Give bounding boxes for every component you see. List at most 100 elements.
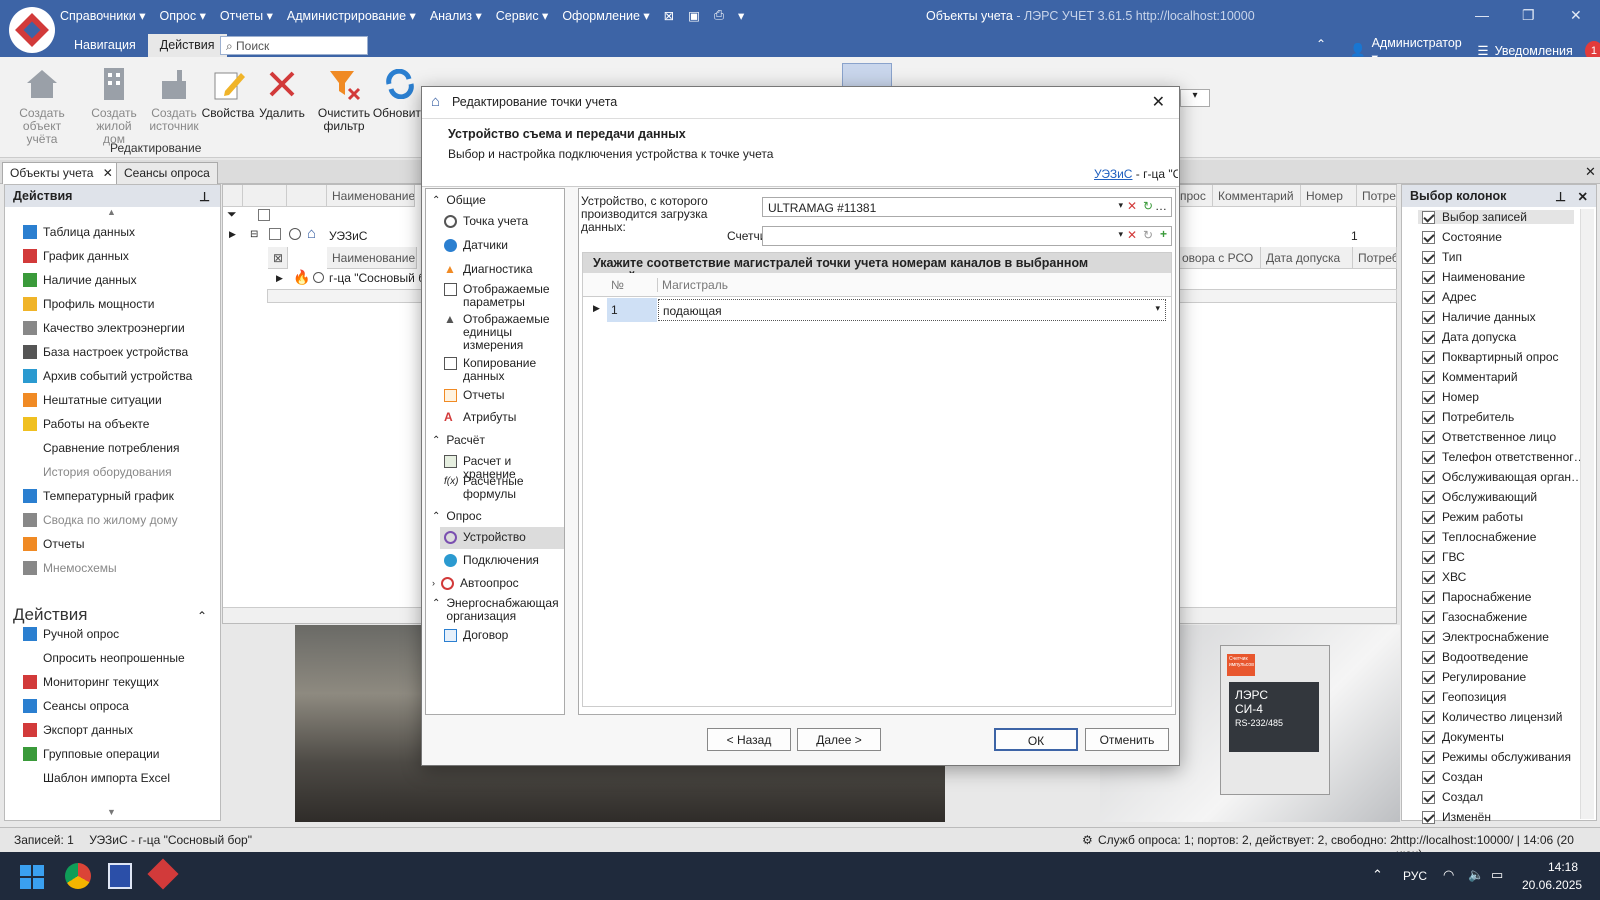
action-item[interactable]: График данных [23, 249, 129, 263]
table-row[interactable]: ▶ 1 подающая ▾ [583, 298, 1171, 322]
col-header-comment[interactable]: Комментарий [1213, 185, 1301, 207]
column-option[interactable]: Номер [1422, 390, 1479, 404]
column-option[interactable]: Создал [1422, 790, 1483, 804]
tab-objects[interactable]: Объекты учета ✕ [2, 162, 121, 184]
start-icon[interactable] [20, 865, 44, 889]
column-option[interactable]: Геопозиция [1422, 690, 1506, 704]
action-item[interactable]: Наличие данных [23, 273, 137, 287]
search-input[interactable]: ⌕ Поиск [220, 36, 368, 55]
nav-group-general[interactable]: ⌃ Общие [432, 193, 486, 207]
nav-sensors[interactable]: Датчики [444, 239, 508, 252]
delete-button[interactable]: Удалить [252, 63, 312, 120]
column-option[interactable]: Режим работы [1422, 510, 1523, 524]
column-option[interactable]: Пароснабжение [1422, 590, 1531, 604]
column-chooser-scrollbar[interactable] [1580, 209, 1594, 819]
column-option[interactable]: Режимы обслуживания [1422, 750, 1571, 764]
collapse-section-icon[interactable]: ⌃ [197, 609, 207, 623]
pin-icon[interactable]: ⊥ [1555, 189, 1566, 204]
dropdown-arrow-icon[interactable]: ▾ [1180, 89, 1210, 107]
column-option[interactable]: Количество лицензий [1422, 710, 1562, 724]
checkbox[interactable] [1422, 210, 1435, 224]
checkbox[interactable] [1422, 350, 1435, 364]
toolbar-more-icon[interactable]: ▾ [738, 8, 744, 23]
column-option[interactable]: Создан [1422, 770, 1483, 784]
nav-group-energy[interactable]: ⌃ Энергоснабжающая организация [432, 597, 566, 623]
action-item[interactable]: База настроек устройства [23, 345, 188, 359]
checkbox[interactable] [1422, 410, 1435, 424]
column-option[interactable]: Наименование [1422, 270, 1525, 284]
action-item[interactable]: Архив событий устройства [23, 369, 192, 383]
minimize-icon[interactable]: — [1475, 7, 1489, 23]
clear-filter-button[interactable]: Очистить фильтр [314, 63, 374, 133]
close-panel-icon[interactable]: ✕ [1578, 189, 1588, 204]
col-header-name[interactable]: Наименование [327, 185, 415, 207]
chrome-icon[interactable] [65, 863, 91, 889]
checkbox[interactable] [1422, 270, 1435, 284]
create-object-button[interactable]: Создать объект учёта [8, 63, 76, 146]
filter-icon[interactable]: ⏷ [227, 207, 237, 222]
nav-connections[interactable]: Подключения [444, 554, 539, 567]
counter-select[interactable]: ▾ ✕ ↻ + [762, 226, 1172, 246]
column-option[interactable]: Изменён [1422, 810, 1491, 824]
action-item[interactable]: Нештатные ситуации [23, 393, 162, 407]
menu-oformlenie[interactable]: Оформление ▾ [562, 8, 649, 23]
column-option[interactable]: Обслуживающий [1422, 490, 1537, 504]
collapse-ribbon-icon[interactable]: ⌃ [1316, 37, 1326, 51]
ok-button[interactable]: ОК [994, 728, 1078, 751]
action-item[interactable]: Сводка по жилому дому [23, 513, 178, 527]
dropdown-icon[interactable]: ▾ [1155, 303, 1160, 314]
expand-icon[interactable]: ▶ [229, 229, 236, 240]
tab-sessions[interactable]: Сеансы опроса [116, 162, 218, 184]
checkbox[interactable] [1422, 290, 1435, 304]
column-option[interactable]: Тип [1422, 250, 1462, 264]
nav-contract[interactable]: Договор [444, 629, 508, 642]
lers-app-icon[interactable] [147, 858, 179, 890]
toolbar-print-icon[interactable]: ⎙ [714, 8, 724, 23]
column-option[interactable]: Ответственное лицо [1422, 430, 1556, 444]
menu-servis[interactable]: Сервис ▾ [496, 8, 549, 23]
column-option[interactable]: Наличие данных [1422, 310, 1536, 324]
column-option[interactable]: Потребитель [1422, 410, 1514, 424]
action2-item[interactable]: Экспорт данных [23, 723, 133, 737]
checkbox[interactable] [1422, 510, 1435, 524]
checkbox[interactable] [1422, 530, 1435, 544]
dropdown-icon[interactable]: ▾ [1118, 200, 1123, 211]
dialog-close-icon[interactable]: ✕ [1152, 92, 1165, 112]
device-select[interactable]: ULTRAMAG #11381 ▾ ✕ ↻ … [762, 197, 1172, 217]
scroll-up-icon[interactable]: ▲ [107, 207, 116, 217]
nav-display-units[interactable]: ▲ Отображаемые единицы измерения [444, 313, 562, 352]
action2-item[interactable]: Шаблон импорта Excel [23, 771, 170, 785]
column-option[interactable]: Комментарий [1422, 370, 1518, 384]
nav-reports[interactable]: Отчеты [444, 389, 504, 402]
nav-group-poll[interactable]: ⌃ Опрос [432, 509, 482, 523]
cancel-button[interactable]: Отменить [1085, 728, 1169, 751]
checkbox[interactable] [1422, 730, 1435, 744]
more-icon[interactable]: … [1155, 199, 1167, 213]
nav-diagnostics[interactable]: ▲ Диагностика [444, 263, 533, 276]
create-source-button[interactable]: Создать источник [144, 63, 204, 133]
column-option[interactable]: Обслуживающая орган… [1422, 470, 1583, 484]
checkbox[interactable] [1422, 550, 1435, 564]
action-item[interactable]: Температурный график [23, 489, 174, 503]
menu-admin[interactable]: Администрирование ▾ [287, 8, 416, 23]
column-option[interactable]: Адрес [1422, 290, 1476, 304]
clear-icon[interactable]: ✕ [1127, 228, 1137, 242]
menu-analiz[interactable]: Анализ ▾ [430, 8, 482, 23]
column-option[interactable]: Электроснабжение [1422, 630, 1549, 644]
pin-icon[interactable]: ⊥ [199, 189, 210, 204]
row-checkbox[interactable] [269, 228, 281, 240]
dropdown-icon[interactable]: ▾ [1118, 229, 1123, 240]
add-icon[interactable]: + [1160, 227, 1167, 241]
child-row-name[interactable]: г-ца "Сосновый б [329, 271, 425, 285]
action-item[interactable]: Работы на объекте [23, 417, 149, 431]
nav-device[interactable]: Устройство [440, 527, 564, 549]
nav-point[interactable]: Точка учета [444, 215, 528, 228]
tab-actions[interactable]: Действия [147, 34, 227, 57]
clock-time[interactable]: 14:18 [1548, 860, 1578, 874]
action-item[interactable]: Сравнение потребления [23, 441, 179, 455]
next-button[interactable]: Далее > [797, 728, 881, 751]
close-window-icon[interactable]: ✕ [1570, 7, 1582, 24]
menu-otchety[interactable]: Отчеты ▾ [220, 8, 273, 23]
checkbox[interactable] [1422, 610, 1435, 624]
tab-navigation[interactable]: Навигация [62, 34, 148, 57]
